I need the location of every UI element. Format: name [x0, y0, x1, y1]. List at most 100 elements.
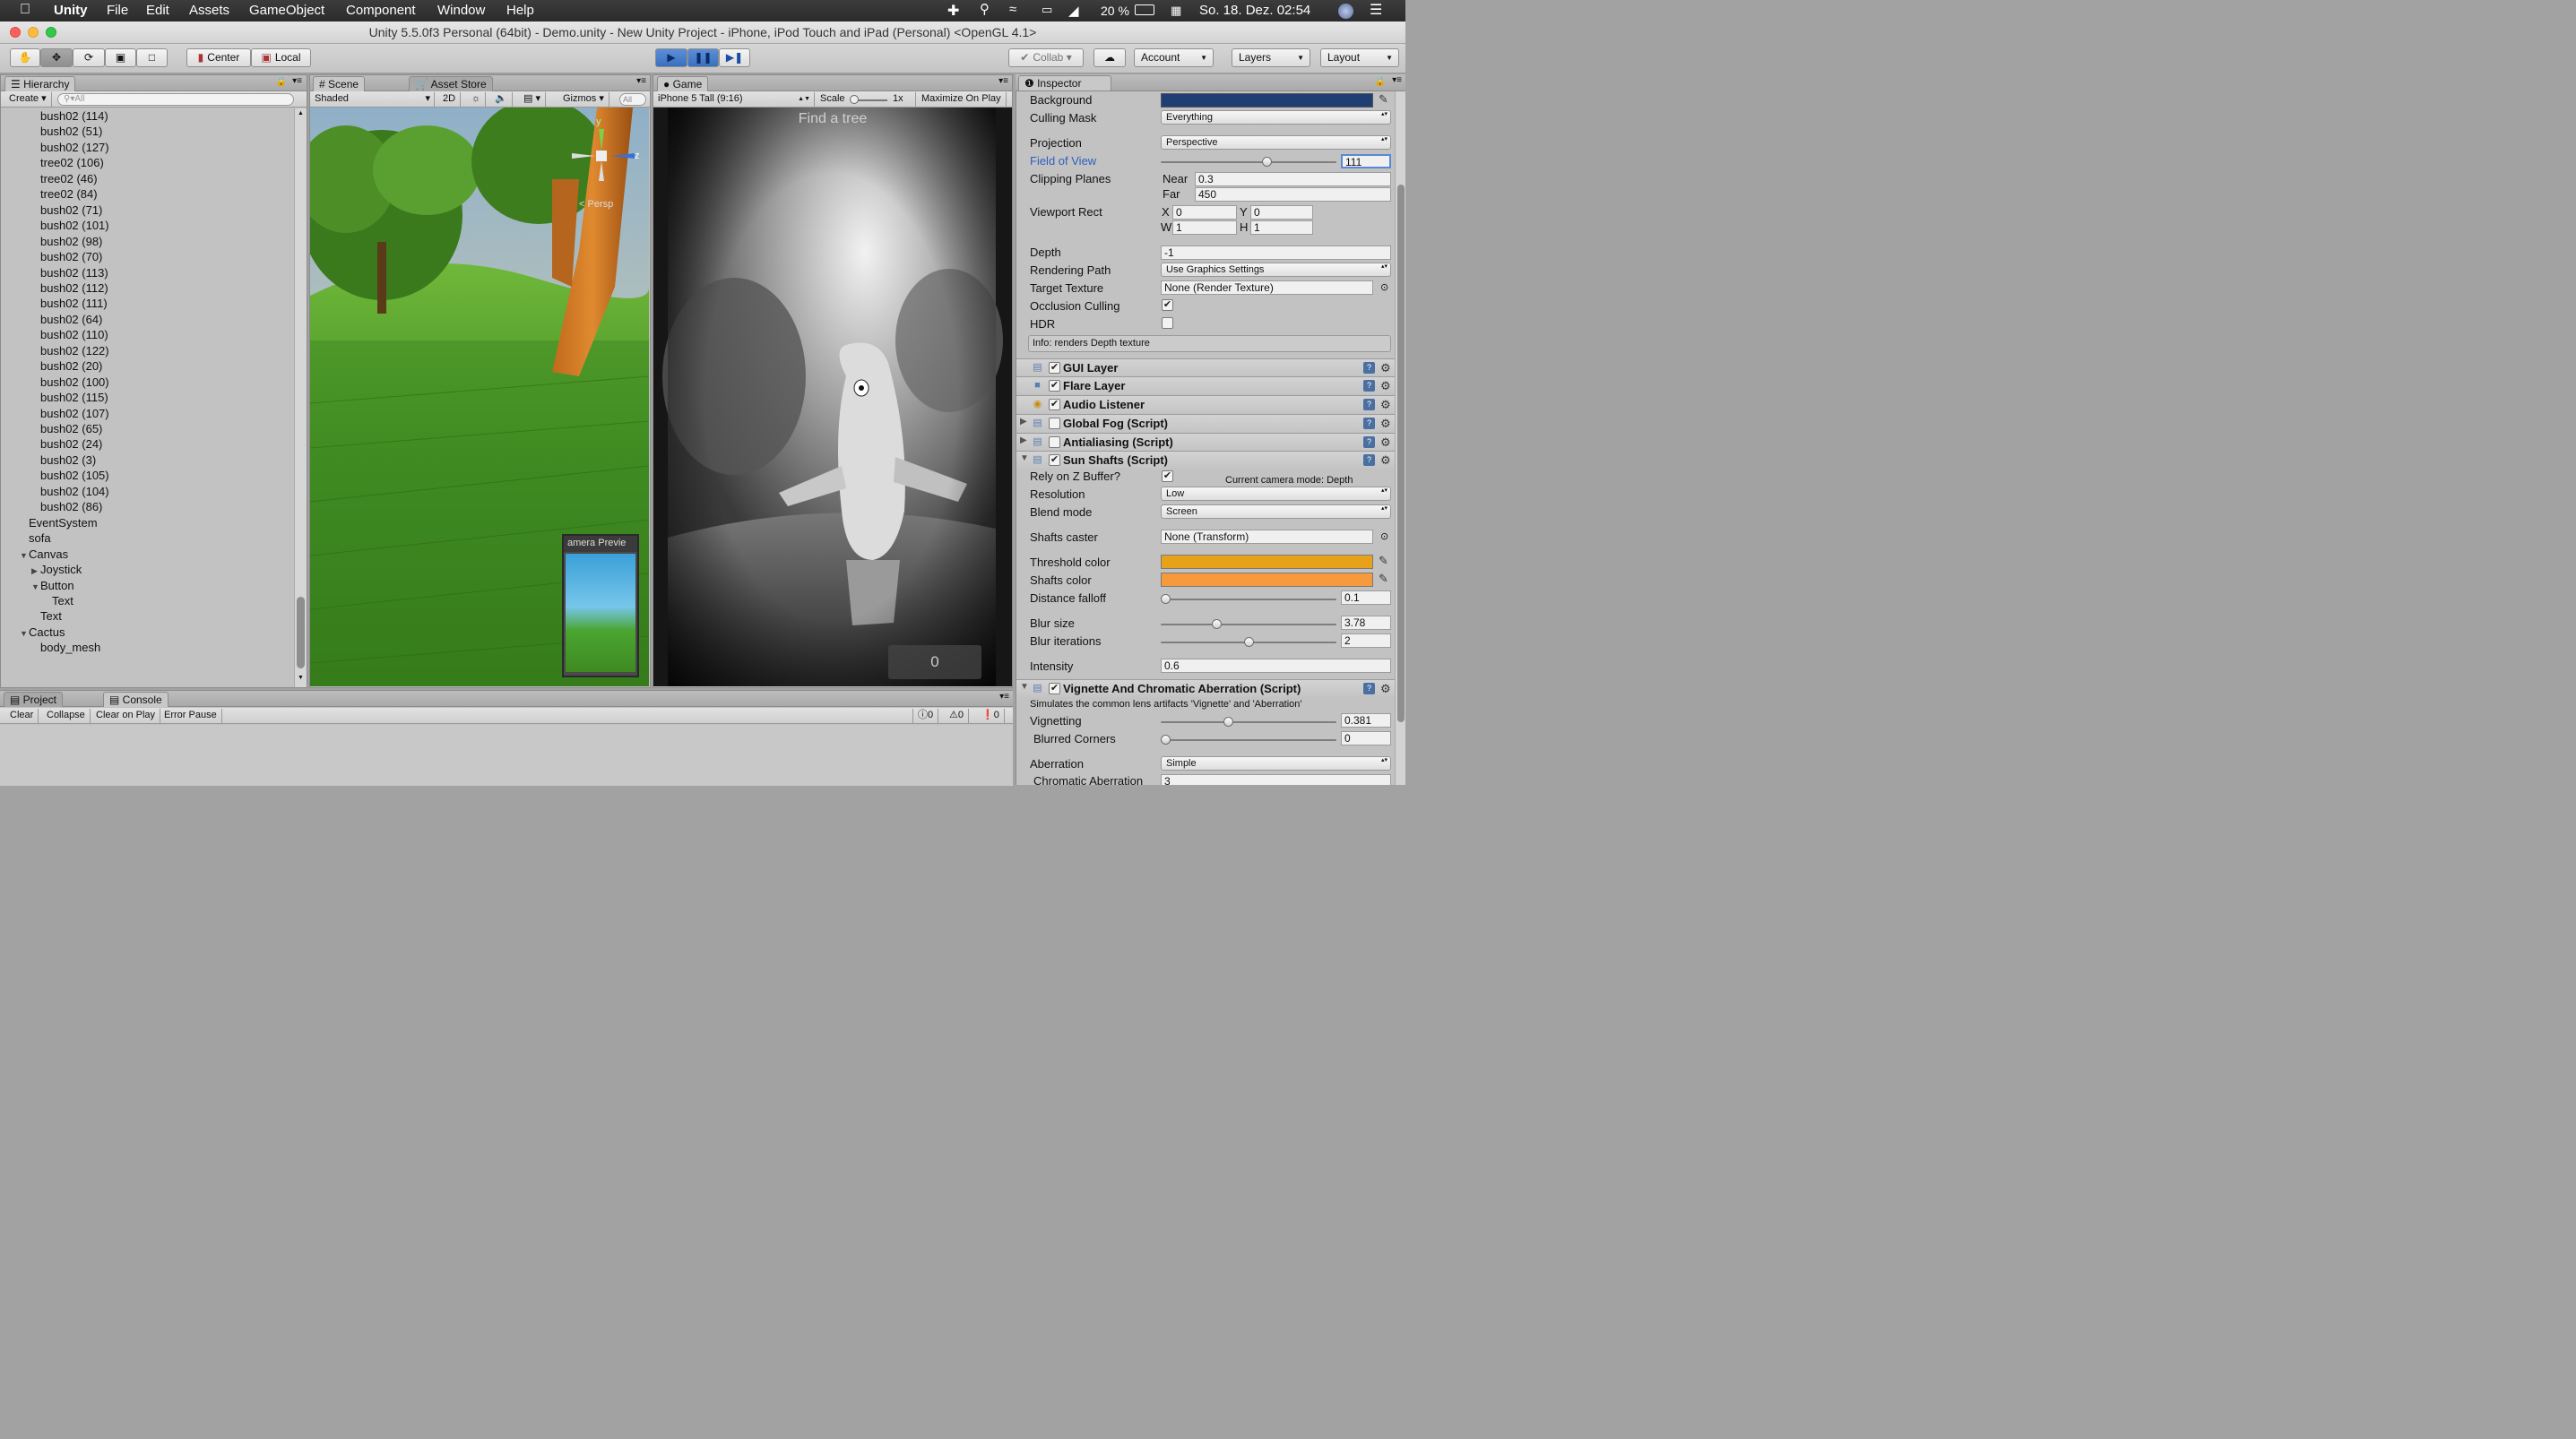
hdr-checkbox[interactable] [1162, 317, 1173, 329]
hierarchy-item[interactable]: bush02 (100) [31, 375, 109, 390]
inspector-lock-icon[interactable]: 🔒 [1375, 77, 1386, 87]
hand-tool-button[interactable]: ✋ [10, 48, 40, 67]
viewport-x-input[interactable]: 0 [1172, 205, 1237, 220]
scale-tool-button[interactable]: ▣ [105, 48, 136, 67]
component-enabled-checkbox[interactable] [1049, 418, 1060, 429]
expand-closed-icon[interactable]: ▶ [1020, 435, 1027, 445]
tab-scene[interactable]: # Scene [313, 76, 366, 91]
expand-open-icon[interactable]: ▼ [1020, 453, 1029, 463]
blurred-corners-input[interactable]: 0 [1341, 731, 1391, 745]
help-icon[interactable]: ? [1363, 683, 1375, 694]
wifi-icon[interactable]: ≈ [1009, 2, 1016, 17]
rect-tool-button[interactable]: □ [136, 48, 168, 67]
hierarchy-item[interactable]: bush02 (114) [31, 108, 108, 124]
rely-z-buffer-checkbox[interactable]: ✔ [1162, 470, 1173, 482]
zoom-window-button[interactable] [46, 27, 56, 38]
gear-icon[interactable]: ⚙ [1380, 399, 1391, 410]
culling-mask-dropdown[interactable]: Everything [1161, 110, 1391, 125]
console-log-area[interactable] [0, 725, 1013, 786]
hierarchy-item[interactable]: bush02 (122) [31, 343, 109, 358]
clock-datetime[interactable]: So. 18. Dez. 02:54 [1199, 3, 1310, 18]
menu-assets[interactable]: Assets [189, 3, 229, 18]
target-texture-picker-icon[interactable]: ⊙ [1380, 281, 1388, 293]
component-header[interactable]: ◉ ✔ Audio Listener? ⚙ [1016, 395, 1405, 413]
error-filter-toggle[interactable]: ❗0 [977, 709, 1005, 723]
fov-slider-track[interactable] [1161, 161, 1336, 163]
console-menu-icon[interactable]: ▾≡ [999, 692, 1009, 702]
threshold-eyedropper-icon[interactable]: ✎ [1379, 554, 1388, 568]
blend-mode-dropdown[interactable]: Screen [1161, 504, 1391, 519]
blurred-corners-track[interactable] [1161, 739, 1336, 741]
hierarchy-item[interactable]: ▼Cactus [20, 625, 65, 640]
shafts-eyedropper-icon[interactable]: ✎ [1379, 572, 1388, 586]
hierarchy-scroll-thumb[interactable] [297, 597, 305, 668]
shading-mode-dropdown[interactable]: Shaded ▾ [310, 92, 435, 107]
hierarchy-item[interactable]: bush02 (115) [31, 390, 108, 405]
battery-icon[interactable] [1135, 4, 1154, 15]
vignette-component-header[interactable]: ▼ ▤ ✔ Vignette And Chromatic Aberration … [1016, 679, 1405, 697]
hierarchy-item[interactable]: ▼Canvas [20, 547, 68, 562]
hierarchy-item[interactable]: bush02 (107) [31, 406, 109, 421]
hierarchy-item[interactable]: bush02 (110) [31, 327, 108, 342]
hierarchy-item[interactable]: bush02 (24) [31, 436, 102, 452]
gear-icon[interactable]: ⚙ [1380, 418, 1391, 429]
menu-file[interactable]: File [107, 3, 128, 18]
component-header[interactable]: ▤ ✔ GUI Layer? ⚙ [1016, 358, 1405, 376]
hierarchy-item[interactable]: ▶ Joystick [31, 562, 82, 577]
clear-button[interactable]: Clear [5, 709, 39, 723]
help-icon[interactable]: ? [1363, 436, 1375, 448]
far-input[interactable]: 450 [1195, 187, 1391, 202]
add-status-icon[interactable]: ✚ [947, 2, 959, 20]
blur-iterations-knob[interactable] [1243, 637, 1254, 647]
near-input[interactable]: 0.3 [1195, 172, 1391, 186]
viewport-w-input[interactable]: 1 [1172, 220, 1237, 235]
hierarchy-item[interactable]: bush02 (20) [31, 358, 102, 374]
account-dropdown[interactable]: Account ▼ [1134, 48, 1214, 67]
expand-closed-icon[interactable]: ▶ [1020, 417, 1027, 427]
help-icon[interactable]: ? [1363, 418, 1375, 429]
tab-game[interactable]: ● Game [657, 76, 709, 91]
viewport-y-input[interactable]: 0 [1250, 205, 1313, 220]
distance-falloff-knob[interactable] [1161, 594, 1171, 604]
vignette-enabled-checkbox[interactable]: ✔ [1049, 683, 1060, 694]
lock-icon[interactable]: 🔒 [276, 77, 287, 87]
component-enabled-checkbox[interactable]: ✔ [1049, 399, 1060, 410]
help-icon[interactable]: ? [1363, 454, 1375, 466]
component-header[interactable]: ■ ✔ Flare Layer? ⚙ [1016, 376, 1405, 394]
cloud-services-button[interactable]: ☁ [1094, 48, 1126, 67]
hierarchy-item[interactable]: bush02 (70) [31, 249, 102, 264]
shafts-caster-field[interactable]: None (Transform) [1161, 530, 1373, 544]
audio-toggle[interactable]: 🔈 [490, 92, 513, 107]
hierarchy-item[interactable]: bush02 (98) [31, 234, 102, 249]
fov-input[interactable]: 111 [1341, 154, 1391, 168]
collapse-toggle[interactable]: Collapse [42, 709, 91, 723]
help-icon[interactable]: ? [1363, 399, 1375, 410]
hierarchy-item[interactable]: bush02 (86) [31, 499, 102, 514]
move-tool-button[interactable]: ✥ [40, 48, 73, 67]
component-header[interactable]: ▶ ▤ Antialiasing (Script)? ⚙ [1016, 433, 1405, 451]
scroll-down-icon[interactable]: ▼ [298, 675, 304, 681]
tab-project[interactable]: ▤ Project [4, 692, 64, 707]
menu-gameobject[interactable]: GameObject [249, 3, 324, 18]
expand-open-icon[interactable]: ▼ [20, 626, 29, 642]
hierarchy-item[interactable]: EventSystem [20, 515, 98, 530]
calendar-icon[interactable]: ▦ [1171, 4, 1181, 18]
shafts-caster-picker-icon[interactable]: ⊙ [1380, 530, 1388, 542]
hierarchy-scrollbar[interactable]: ▲ ▼ [294, 108, 307, 687]
hierarchy-item[interactable]: bush02 (3) [31, 452, 96, 468]
menu-edit[interactable]: Edit [146, 3, 169, 18]
hud-score-button[interactable]: 0 [888, 645, 981, 679]
target-texture-field[interactable]: None (Render Texture) [1161, 280, 1373, 295]
rotate-tool-button[interactable]: ⟳ [73, 48, 105, 67]
scene-search-input[interactable]: All [619, 93, 646, 106]
component-header[interactable]: ▼ ▤ ✔ Sun Shafts (Script)? ⚙ [1016, 451, 1405, 469]
expand-closed-icon[interactable]: ▶ [31, 564, 40, 579]
airplay-icon[interactable]: ▭ [1042, 3, 1052, 17]
hierarchy-item[interactable]: bush02 (113) [31, 265, 108, 280]
projection-dropdown[interactable]: Perspective [1161, 135, 1391, 150]
orientation-gizmo[interactable]: y z < Persp [572, 116, 644, 215]
hierarchy-item[interactable]: bush02 (112) [31, 280, 108, 296]
lighting-toggle[interactable]: ☼ [467, 92, 487, 107]
play-button[interactable]: ▶ [655, 48, 687, 67]
menu-app-unity[interactable]: Unity [54, 3, 88, 18]
